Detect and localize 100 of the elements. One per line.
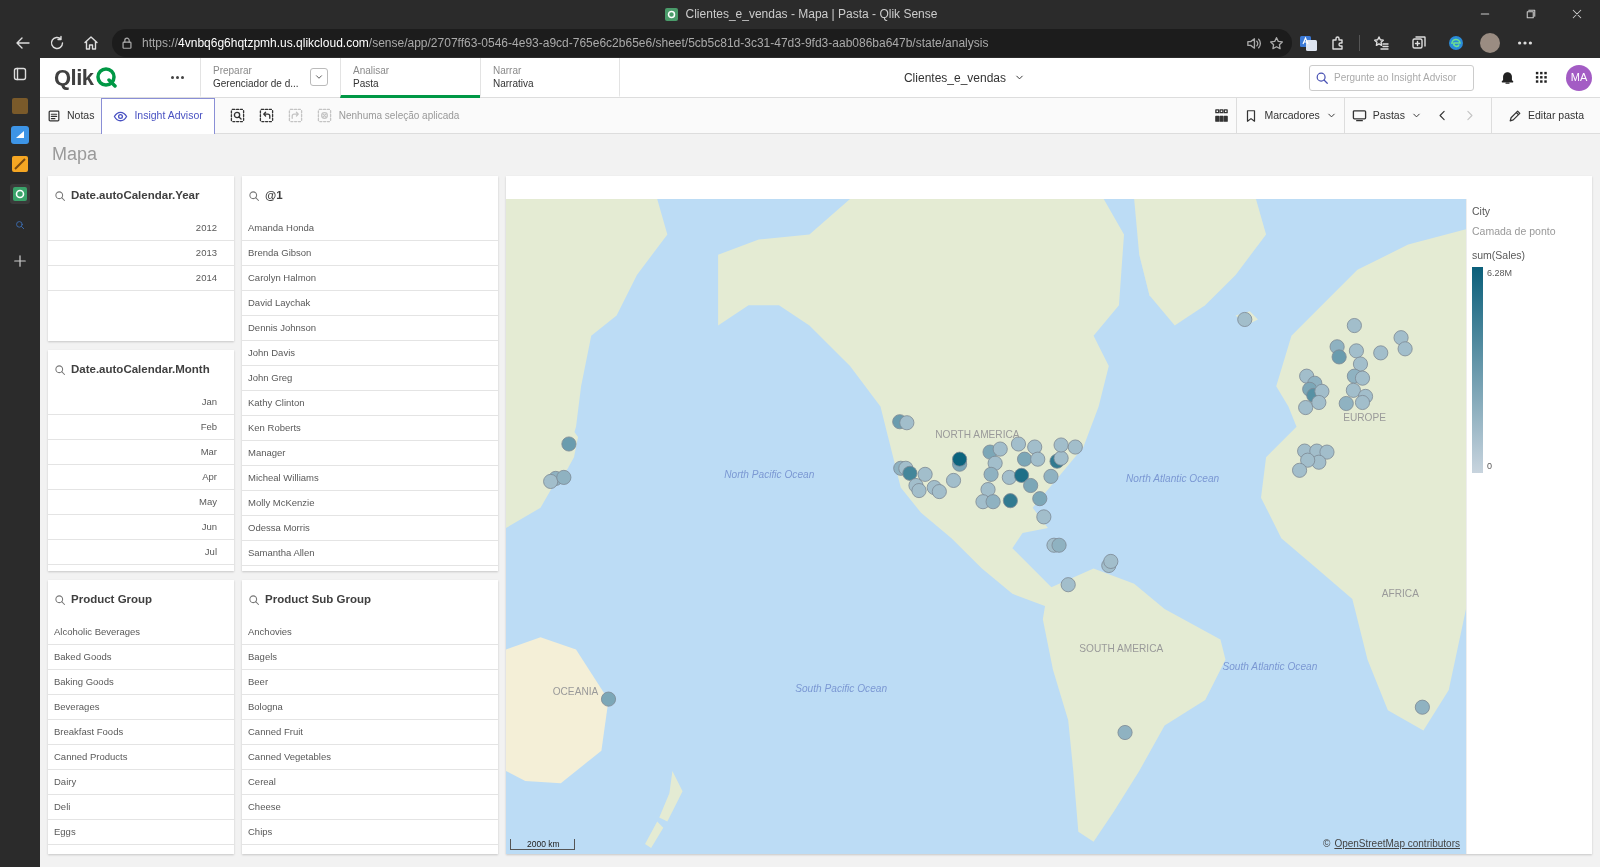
edit-sheet-button[interactable]: Editar pasta	[1491, 98, 1600, 133]
city-marker[interactable]	[902, 465, 918, 481]
filter-value[interactable]: Dennis Johnson	[242, 316, 498, 341]
insight-search-field[interactable]: Pergunte ao Insight Advisor	[1309, 64, 1474, 91]
city-marker[interactable]	[1292, 462, 1308, 478]
map-view[interactable]: EUROPE NORTH AMERICA North Pacific Ocean North Atlantic Ocean AFRICA SOUTH AMERICA OCEANIA South Pacific Ocean South Atlantic Ocean 2000 km © OpenStreetMap contributors	[506, 199, 1466, 854]
city-marker[interactable]	[1393, 330, 1409, 346]
city-marker[interactable]	[543, 473, 559, 489]
user-avatar[interactable]: MA	[1566, 64, 1592, 91]
sheets-button[interactable]: Pastas	[1344, 98, 1429, 133]
city-marker[interactable]	[1348, 343, 1364, 359]
filter-value[interactable]: Samantha Allen	[242, 541, 498, 566]
filter-value[interactable]: Cheese	[242, 795, 498, 820]
city-marker[interactable]	[1030, 451, 1046, 467]
city-marker[interactable]	[1010, 436, 1026, 452]
filter-value[interactable]: Chips	[242, 820, 498, 845]
filter-value[interactable]: John Davis	[242, 341, 498, 366]
city-marker[interactable]	[1002, 493, 1018, 509]
browser-logo-icon[interactable]	[1448, 35, 1464, 51]
filter-value[interactable]: Odessa Morris	[242, 516, 498, 541]
insight-advisor-button[interactable]: Insight Advisor	[101, 97, 215, 134]
filter-value[interactable]: Canned Products	[48, 745, 234, 770]
city-marker[interactable]	[1300, 452, 1316, 468]
favorite-star-icon[interactable]	[1269, 35, 1284, 51]
city-marker[interactable]	[1414, 699, 1430, 715]
app-shortcut-icon[interactable]	[11, 126, 29, 144]
filter-value[interactable]: Cereal	[242, 770, 498, 795]
filter-value[interactable]: Carolyn Halmon	[242, 266, 498, 291]
city-marker[interactable]	[1345, 382, 1361, 398]
city-marker[interactable]	[601, 691, 616, 707]
city-marker[interactable]	[1117, 725, 1133, 740]
search-icon[interactable]	[54, 190, 66, 202]
city-marker[interactable]	[952, 451, 968, 467]
nav-tab[interactable]: Narrar Narrativa	[480, 57, 620, 98]
filter-value[interactable]: Mar	[48, 440, 234, 465]
filter-value[interactable]: Beverages	[48, 695, 234, 720]
city-marker[interactable]	[1017, 451, 1033, 467]
city-marker[interactable]	[1355, 395, 1370, 410]
city-marker[interactable]	[561, 436, 577, 452]
city-marker[interactable]	[1036, 509, 1052, 525]
search-icon[interactable]	[54, 364, 66, 376]
filter-value[interactable]: Micheal Williams	[242, 466, 498, 491]
filter-value[interactable]: Ken Roberts	[242, 416, 498, 441]
city-marker[interactable]	[1331, 349, 1347, 365]
filter-value[interactable]: Jul	[48, 540, 234, 565]
city-marker[interactable]	[1060, 577, 1076, 593]
city-marker[interactable]	[980, 482, 996, 498]
filter-value[interactable]: Baking Goods	[48, 670, 234, 695]
filter-value[interactable]: Apr	[48, 465, 234, 490]
city-marker[interactable]	[1373, 345, 1389, 361]
city-marker[interactable]	[1067, 439, 1083, 455]
filter-value[interactable]: Canned Fruit	[242, 720, 498, 745]
filter-value[interactable]: John Greg	[242, 366, 498, 391]
filter-value[interactable]: Amanda Honda	[242, 216, 498, 241]
filter-value[interactable]: Baked Goods	[48, 645, 234, 670]
filter-value[interactable]: Molly McKenzie	[242, 491, 498, 516]
city-marker[interactable]	[1043, 468, 1059, 484]
city-marker[interactable]	[1053, 437, 1069, 453]
bookmarks-button[interactable]: Marcadores	[1237, 98, 1344, 133]
search-icon[interactable]	[248, 190, 260, 202]
city-marker[interactable]	[1346, 318, 1362, 334]
profile-avatar[interactable]	[1480, 33, 1500, 53]
city-marker[interactable]	[899, 415, 915, 431]
nav-tab[interactable]: Preparar Gerenciador de d...	[200, 57, 340, 98]
filter-value[interactable]: Eggs	[48, 820, 234, 845]
address-bar[interactable]: https://4vnbq6g6hqtzpmh.us.qlikcloud.com/sense/app/2707ff63-0546-4e93-a9cd-765e6c2b65e6/sheet/5cb5c81d-3c31-47d3-9fd3-aab086ba647b/state/analysis	[112, 29, 1292, 57]
filter-value[interactable]: May	[48, 490, 234, 515]
city-marker[interactable]	[1319, 444, 1335, 460]
filter-value[interactable]: 2012	[48, 216, 234, 241]
filter-value[interactable]: Alcoholic Beverages	[48, 620, 234, 645]
read-aloud-icon[interactable]	[1246, 35, 1261, 51]
filter-value[interactable]: Beer	[242, 670, 498, 695]
city-marker[interactable]	[1001, 469, 1017, 485]
filter-value[interactable]: Manager	[242, 441, 498, 466]
city-marker[interactable]	[1051, 537, 1067, 553]
filter-value[interactable]: Deli	[48, 795, 234, 820]
city-marker[interactable]	[1103, 553, 1119, 569]
filter-value[interactable]: Jan	[48, 390, 234, 415]
city-marker[interactable]	[987, 455, 1003, 471]
dropdown-toggle[interactable]	[310, 67, 328, 86]
filter-value[interactable]: Brenda Gibson	[242, 241, 498, 266]
app-title-dropdown[interactable]: Clientes_e_vendas	[897, 67, 1032, 88]
filter-value[interactable]: David Laychak	[242, 291, 498, 316]
filter-value[interactable]: Jun	[48, 515, 234, 540]
filter-value[interactable]: Breakfast Foods	[48, 720, 234, 745]
city-marker[interactable]	[917, 466, 933, 482]
city-marker[interactable]	[1298, 400, 1314, 416]
city-marker[interactable]	[1311, 395, 1327, 410]
attribution-link[interactable]: OpenStreetMap contributors	[1334, 836, 1460, 851]
city-marker[interactable]	[1053, 450, 1069, 466]
city-marker[interactable]	[1027, 439, 1043, 455]
city-marker[interactable]	[992, 441, 1008, 457]
filter-value[interactable]: Feb	[48, 415, 234, 440]
add-icon[interactable]	[13, 254, 27, 268]
city-marker[interactable]	[1032, 491, 1048, 507]
filter-value[interactable]: 2014	[48, 266, 234, 291]
app-shortcut-icon[interactable]	[10, 184, 30, 204]
filter-value[interactable]: Kathy Clinton	[242, 391, 498, 416]
city-marker[interactable]	[911, 483, 927, 499]
city-marker[interactable]	[1014, 467, 1030, 483]
